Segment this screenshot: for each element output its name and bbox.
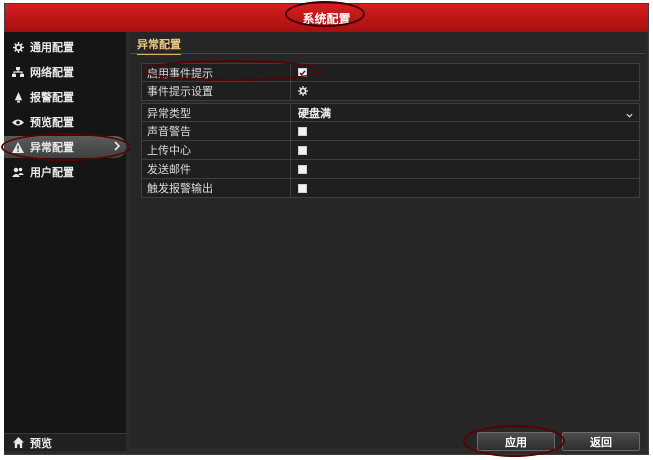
send-email-checkbox[interactable] (298, 164, 307, 174)
chevron-down-icon (626, 108, 633, 121)
row-label: 声音警告 (142, 122, 291, 140)
row-label: 发送邮件 (142, 160, 291, 178)
row-label: 异常类型 (142, 104, 291, 121)
checkmark-icon (299, 69, 306, 76)
row-label: 事件提示设置 (142, 82, 291, 100)
audible-warning-checkbox[interactable] (298, 126, 307, 136)
sidebar-item-exception[interactable]: 异常配置 (4, 136, 126, 158)
gear-icon[interactable] (298, 86, 308, 96)
sidebar-item-alarm[interactable]: 报警配置 (4, 86, 126, 108)
trigger-alarm-output-checkbox[interactable] (298, 183, 307, 193)
row-label: 上传中心 (142, 141, 291, 159)
sidebar-item-label: 预览配置 (30, 116, 74, 129)
warning-icon (12, 141, 24, 153)
eye-icon (12, 116, 24, 128)
chevron-right-icon (114, 141, 121, 154)
gear-icon (12, 41, 24, 53)
row-label: 启用事件提示 (142, 64, 291, 81)
sidebar-item-network[interactable]: 网络配置 (4, 61, 126, 83)
notify-center-checkbox[interactable] (298, 145, 307, 155)
notify-center-row: 上传中心 (141, 141, 640, 160)
sidebar-item-users[interactable]: 用户配置 (4, 161, 126, 183)
apply-button[interactable]: 应用 (477, 432, 555, 451)
send-email-row: 发送邮件 (141, 160, 640, 179)
row-label: 触发报警输出 (142, 179, 291, 197)
enable-event-prompt-checkbox[interactable] (298, 68, 307, 77)
title-bar: 系统配置 (5, 4, 648, 32)
sidebar-item-label: 网络配置 (30, 66, 74, 79)
sidebar-item-label: 报警配置 (30, 91, 74, 104)
exception-type-row: 异常类型 硬盘满 (141, 103, 640, 122)
main-panel: 异常配置 启用事件提示 事件提示设置 异常类型 硬盘满 声音警告 上传中心 发送… (130, 32, 645, 448)
enable-event-prompt-row: 启用事件提示 (141, 63, 640, 82)
network-icon (12, 66, 24, 78)
sidebar-item-label: 通用配置 (30, 41, 74, 54)
sidebar: 通用配置 网络配置 报警配置 预览配置 异常配置 用户配置 (4, 32, 126, 448)
exception-type-select[interactable]: 硬盘满 (291, 104, 639, 121)
users-icon (12, 166, 24, 178)
back-button[interactable]: 返回 (562, 432, 640, 451)
sidebar-item-general[interactable]: 通用配置 (4, 36, 126, 58)
sidebar-item-label: 异常配置 (30, 141, 74, 154)
event-prompt-group: 启用事件提示 事件提示设置 (141, 63, 640, 101)
tab-divider (130, 53, 645, 54)
sidebar-item-preview-config[interactable]: 预览配置 (4, 111, 126, 133)
preview-button-label: 预览 (30, 436, 52, 450)
alarm-icon (12, 91, 24, 103)
window-title: 系统配置 (302, 11, 351, 26)
exception-settings-group: 异常类型 硬盘满 声音警告 上传中心 发送邮件 触发报警输出 (141, 103, 640, 198)
sidebar-item-label: 用户配置 (30, 166, 74, 179)
exception-type-value: 硬盘满 (298, 106, 331, 120)
preview-button[interactable]: 预览 (4, 433, 126, 451)
event-prompt-settings-row: 事件提示设置 (141, 82, 640, 101)
audible-warning-row: 声音警告 (141, 122, 640, 141)
trigger-alarm-output-row: 触发报警输出 (141, 179, 640, 198)
home-icon (12, 437, 24, 449)
